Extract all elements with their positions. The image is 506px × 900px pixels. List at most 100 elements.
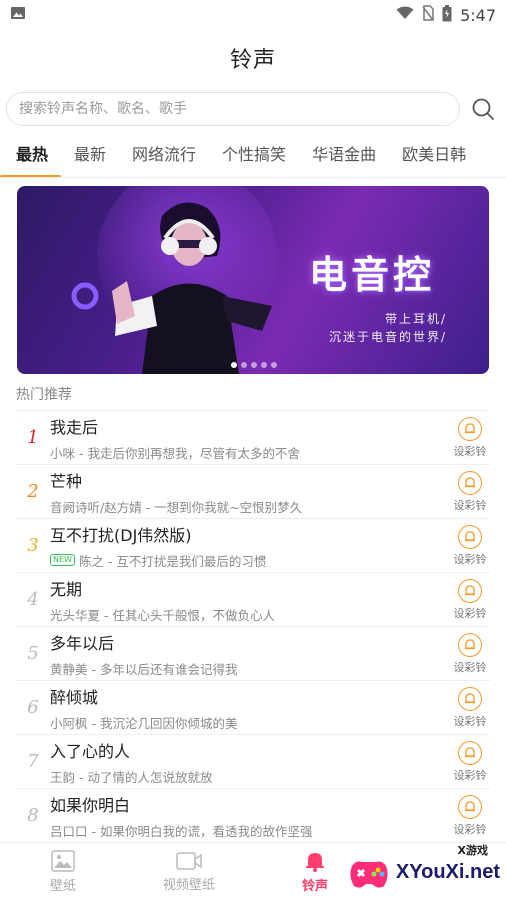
nav-wallpaper[interactable]: 壁纸 — [0, 843, 126, 900]
section-title-hot-recommend: 热门推荐 — [16, 387, 72, 403]
ringtone-row[interactable]: 2 芒种 音阙诗听/赵方婧 - 一想到你我就~空恨别梦久 设彩铃 — [16, 464, 490, 518]
song-title: 互不打扰(DJ伟然版) — [50, 525, 192, 545]
search-input[interactable] — [19, 101, 459, 117]
ringtone-row[interactable]: 6 醉倾城 小阿枫 - 我沉沦几回因你倾城的美 设彩铃 — [16, 680, 490, 734]
song-title: 芒种 — [50, 471, 83, 491]
nav-video-wallpaper[interactable]: 视频壁纸 — [126, 843, 252, 900]
gallery-notification-icon — [10, 5, 26, 25]
banner-singer-illustration — [71, 186, 277, 374]
song-subtitle: 王韵 - 动了情的人怎说放就放 — [50, 769, 213, 785]
bell-icon — [458, 794, 482, 819]
set-ringback-label: 设彩铃 — [453, 768, 487, 782]
search-icon — [472, 98, 494, 120]
rank-number: 6 — [27, 697, 39, 718]
banner-dot[interactable] — [271, 362, 277, 368]
song-subtitle: 吕口口 - 如果你明白我的谎，看透我的故作坚强 — [50, 823, 313, 839]
banner-dot[interactable] — [231, 362, 237, 368]
set-ringback-label: 设彩铃 — [453, 444, 487, 458]
set-ringback-button[interactable]: 设彩铃 — [450, 416, 490, 459]
tab-newest[interactable]: 最新 — [61, 132, 119, 177]
image-icon — [51, 849, 75, 872]
song-title: 我走后 — [50, 417, 99, 437]
rank-number: 2 — [27, 481, 39, 502]
set-ringback-button[interactable]: 设彩铃 — [450, 524, 490, 567]
song-title: 如果你明白 — [50, 795, 131, 815]
set-ringback-button[interactable]: 设彩铃 — [450, 794, 490, 837]
ringtone-row[interactable]: 5 多年以后 黄静美 - 多年以后还有谁会记得我 设彩铃 — [16, 626, 490, 680]
banner-subtitle-2: 沉迷于电音的世界/ — [328, 330, 447, 344]
new-badge: NEW — [50, 554, 75, 566]
watermark-small-text: X游戏 — [457, 844, 488, 857]
bell-icon — [458, 416, 482, 441]
bell-icon — [458, 524, 482, 549]
rank-number: 8 — [27, 805, 39, 826]
set-ringback-button[interactable]: 设彩铃 — [450, 686, 490, 729]
rank-number: 1 — [27, 427, 39, 448]
bell-icon — [306, 852, 324, 872]
banner-pagination-dots — [231, 362, 277, 368]
watermark-text: XYouXi.net — [395, 860, 500, 883]
set-ringback-label: 设彩铃 — [453, 714, 487, 728]
tab-western-jpkr[interactable]: 欧美日韩 — [389, 132, 479, 177]
ringtone-row[interactable]: 1 我走后 小咪 - 我走后你别再想我，尽管有太多的不舍 设彩铃 — [16, 410, 490, 464]
page-title: 铃声 — [229, 48, 276, 73]
banner-subtitle-1: 带上耳机/ — [384, 312, 447, 326]
set-ringback-button[interactable]: 设彩铃 — [450, 470, 490, 513]
bell-icon — [458, 632, 482, 657]
tab-chinese-classics[interactable]: 华语金曲 — [299, 132, 389, 177]
banner-title: 电音控 — [309, 253, 436, 297]
no-sim-icon — [422, 5, 434, 25]
tab-internet-popular[interactable]: 网络流行 — [119, 132, 209, 177]
banner-dot[interactable] — [241, 362, 247, 368]
song-title: 入了心的人 — [50, 741, 131, 761]
bell-icon — [458, 740, 482, 765]
category-tabs: 最热 最新 网络流行 个性搞笑 华语金曲 欧美日韩 — [0, 132, 506, 178]
nav-label: 视频壁纸 — [162, 877, 215, 893]
banner-dot[interactable] — [261, 362, 267, 368]
set-ringback-button[interactable]: 设彩铃 — [450, 578, 490, 621]
bell-icon — [458, 578, 482, 603]
ringtone-row[interactable]: 3 互不打扰(DJ伟然版) NEW 陈之 - 互不打扰是我们最后的习惯 设彩铃 — [16, 518, 490, 572]
search-box[interactable] — [6, 92, 460, 126]
song-title: 多年以后 — [50, 633, 115, 653]
set-ringback-label: 设彩铃 — [453, 498, 487, 512]
song-title: 醉倾城 — [50, 687, 99, 707]
status-time: 5:47 — [460, 5, 496, 25]
rank-number: 3 — [27, 535, 39, 556]
rank-number: 4 — [27, 589, 39, 610]
song-subtitle: 小咪 - 我走后你别再想我，尽管有太多的不舍 — [50, 445, 300, 461]
gamepad-logo-icon — [350, 861, 388, 888]
promo-banner[interactable]: 电音控 带上耳机/ 沉迷于电音的世界/ — [17, 186, 489, 374]
rank-number: 7 — [27, 751, 39, 772]
ringtone-row[interactable]: 4 无期 光头华夏 - 任其心头千般恨，不做负心人 设彩铃 — [16, 572, 490, 626]
tab-hot[interactable]: 最热 — [0, 132, 62, 177]
tab-funny[interactable]: 个性搞笑 — [209, 132, 299, 177]
set-ringback-label: 设彩铃 — [453, 822, 487, 836]
video-icon — [176, 851, 202, 870]
ringtone-row[interactable]: 7 入了心的人 王韵 - 动了情的人怎说放就放 设彩铃 — [16, 734, 490, 788]
bell-icon — [458, 686, 482, 711]
ringtone-list: 1 我走后 小咪 - 我走后你别再想我，尽管有太多的不舍 设彩铃 2 芒种 音阙… — [0, 410, 506, 842]
song-title: 无期 — [50, 579, 83, 599]
song-subtitle: 光头华夏 - 任其心头千般恨，不做负心人 — [50, 607, 275, 623]
set-ringback-button[interactable]: 设彩铃 — [450, 632, 490, 675]
nav-label: 壁纸 — [49, 878, 76, 894]
battery-icon — [442, 4, 452, 26]
set-ringback-label: 设彩铃 — [453, 552, 487, 566]
set-ringback-label: 设彩铃 — [453, 660, 487, 674]
set-ringback-button[interactable]: 设彩铃 — [450, 740, 490, 783]
search-row — [0, 86, 506, 132]
set-ringback-label: 设彩铃 — [453, 606, 487, 620]
search-button[interactable] — [468, 94, 498, 124]
site-watermark: X游戏 XYouXi.net — [346, 844, 500, 892]
banner-dot[interactable] — [251, 362, 257, 368]
title-bar: 铃声 — [0, 30, 506, 86]
song-subtitle: 小阿枫 - 我沉沦几回因你倾城的美 — [50, 715, 238, 731]
rank-number: 5 — [27, 643, 39, 664]
bell-icon — [458, 470, 482, 495]
status-bar: 5:47 — [0, 0, 506, 30]
nav-label: 铃声 — [301, 878, 328, 894]
song-subtitle: 音阙诗听/赵方婧 - 一想到你我就~空恨别梦久 — [50, 499, 303, 515]
ringtone-row[interactable]: 8 如果你明白 吕口口 - 如果你明白我的谎，看透我的故作坚强 设彩铃 — [16, 788, 490, 842]
wifi-icon — [396, 6, 414, 24]
